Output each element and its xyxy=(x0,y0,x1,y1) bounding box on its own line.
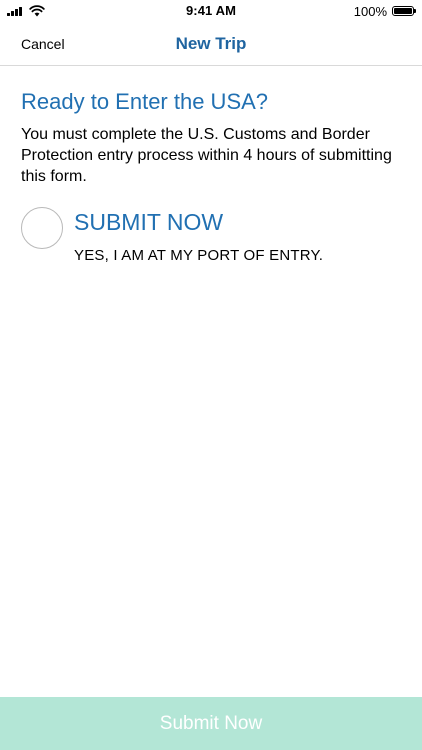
battery-fill xyxy=(394,8,412,14)
option-title: SUBMIT NOW xyxy=(74,209,224,235)
battery-percent: 100% xyxy=(353,4,387,19)
battery-icon xyxy=(392,6,414,16)
nav-bar: Cancel New Trip xyxy=(0,22,422,66)
option-subtitle: YES, I AM AT MY PORT OF ENTRY. xyxy=(74,247,324,264)
section-heading: Ready to Enter the USA? xyxy=(21,89,269,114)
radio-button[interactable] xyxy=(21,207,63,249)
battery-cap xyxy=(414,9,416,13)
submit-now-button[interactable]: Submit Now xyxy=(0,697,422,750)
page-title: New Trip xyxy=(175,34,247,53)
status-bar: 9:41 AM 100% xyxy=(0,0,422,22)
description-text: You must complete the U.S. Customs and B… xyxy=(21,126,392,185)
submit-now-option[interactable]: SUBMIT NOW YES, I AM AT MY PORT OF ENTRY… xyxy=(21,207,411,267)
